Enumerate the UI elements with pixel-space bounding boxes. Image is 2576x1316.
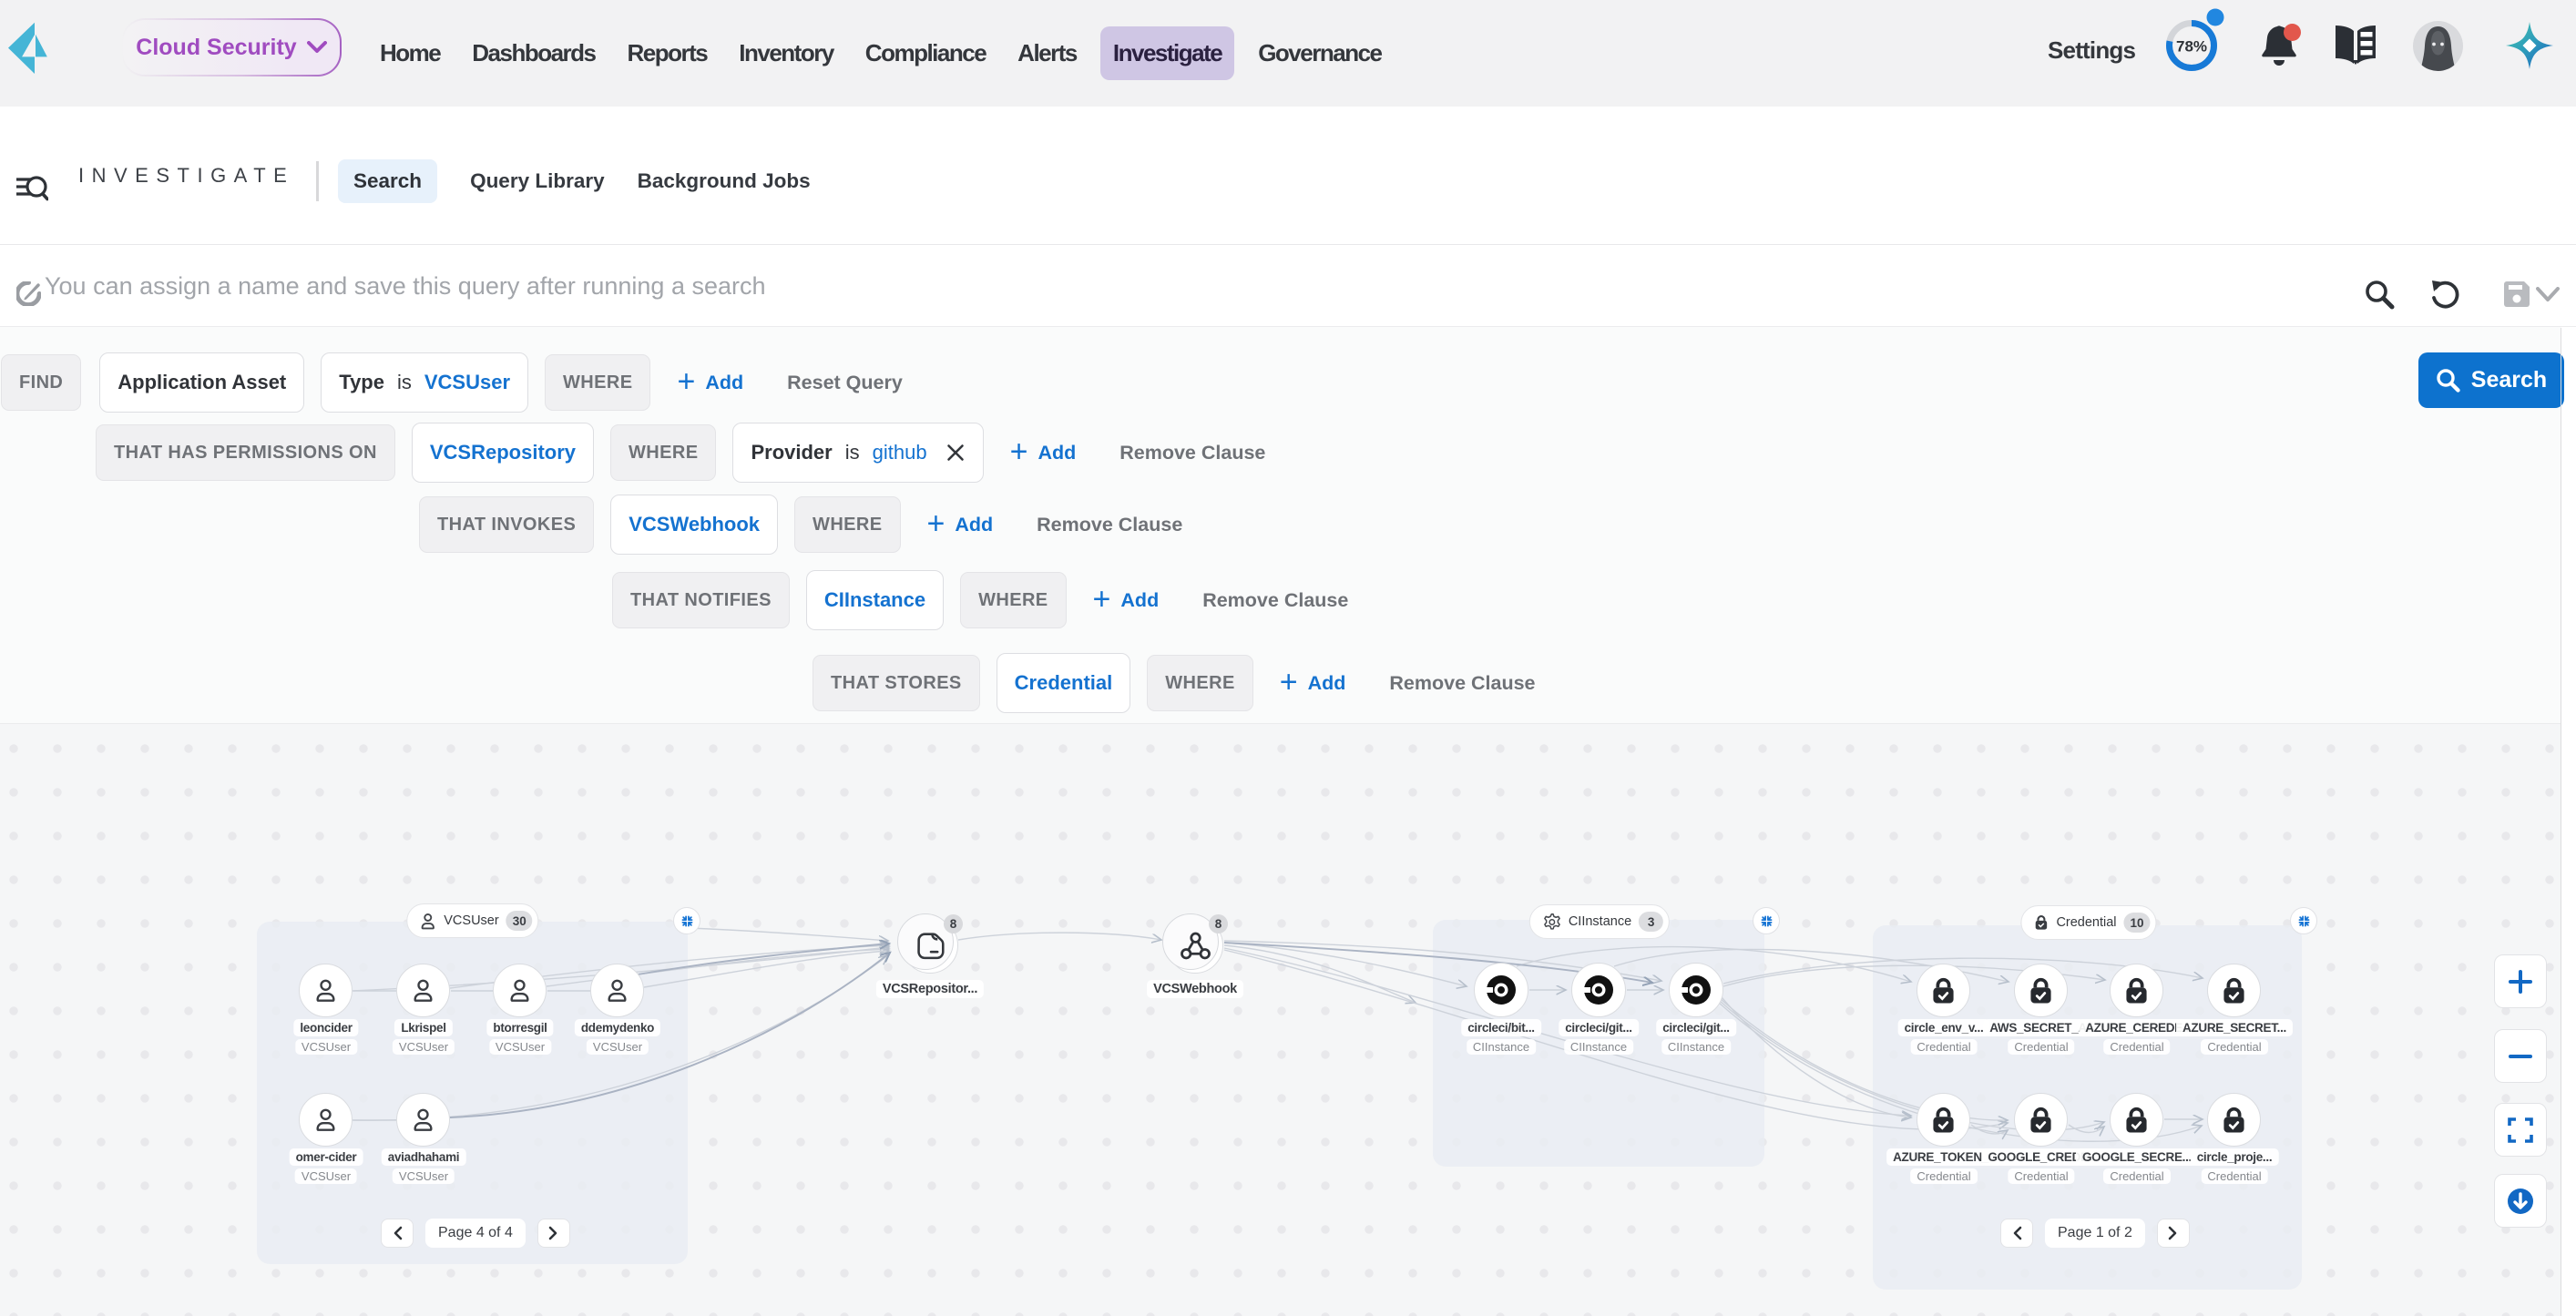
svg-text:78%: 78%	[2176, 38, 2207, 56]
